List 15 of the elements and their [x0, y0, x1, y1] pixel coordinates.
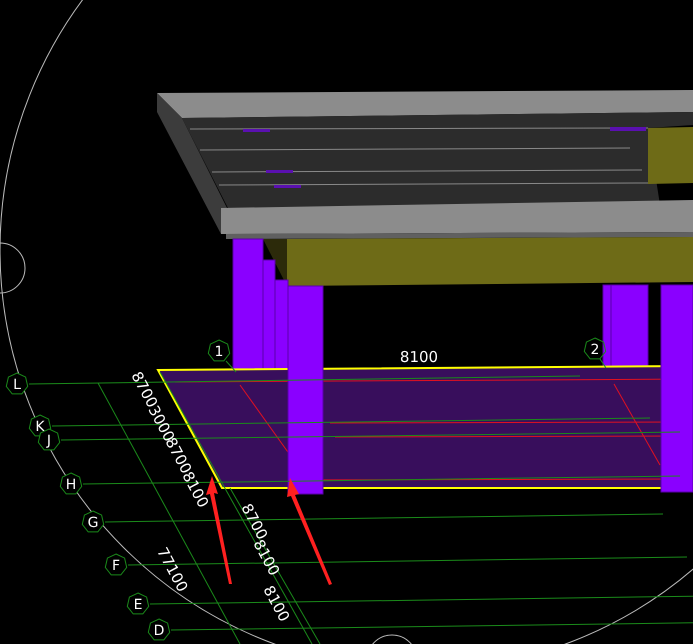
grid-bubble: L [6, 372, 28, 394]
grid-bubble: H [60, 472, 82, 494]
grid-bubble: D [148, 618, 170, 640]
olive-block [648, 127, 693, 184]
dimension-label: 8100 [400, 348, 438, 366]
grid-bubble: G [82, 510, 104, 532]
dimension-label: 8100 [260, 582, 294, 625]
grid-bubble: 1 [208, 339, 230, 362]
grid-bubble: 2 [584, 337, 606, 360]
grid-bubble: E [126, 592, 150, 614]
grid-bubble: F [104, 553, 128, 576]
bearing-plate [610, 127, 646, 131]
bearing-plate [274, 185, 301, 188]
bearing-plate [243, 129, 270, 132]
bearing-plate [266, 170, 293, 173]
